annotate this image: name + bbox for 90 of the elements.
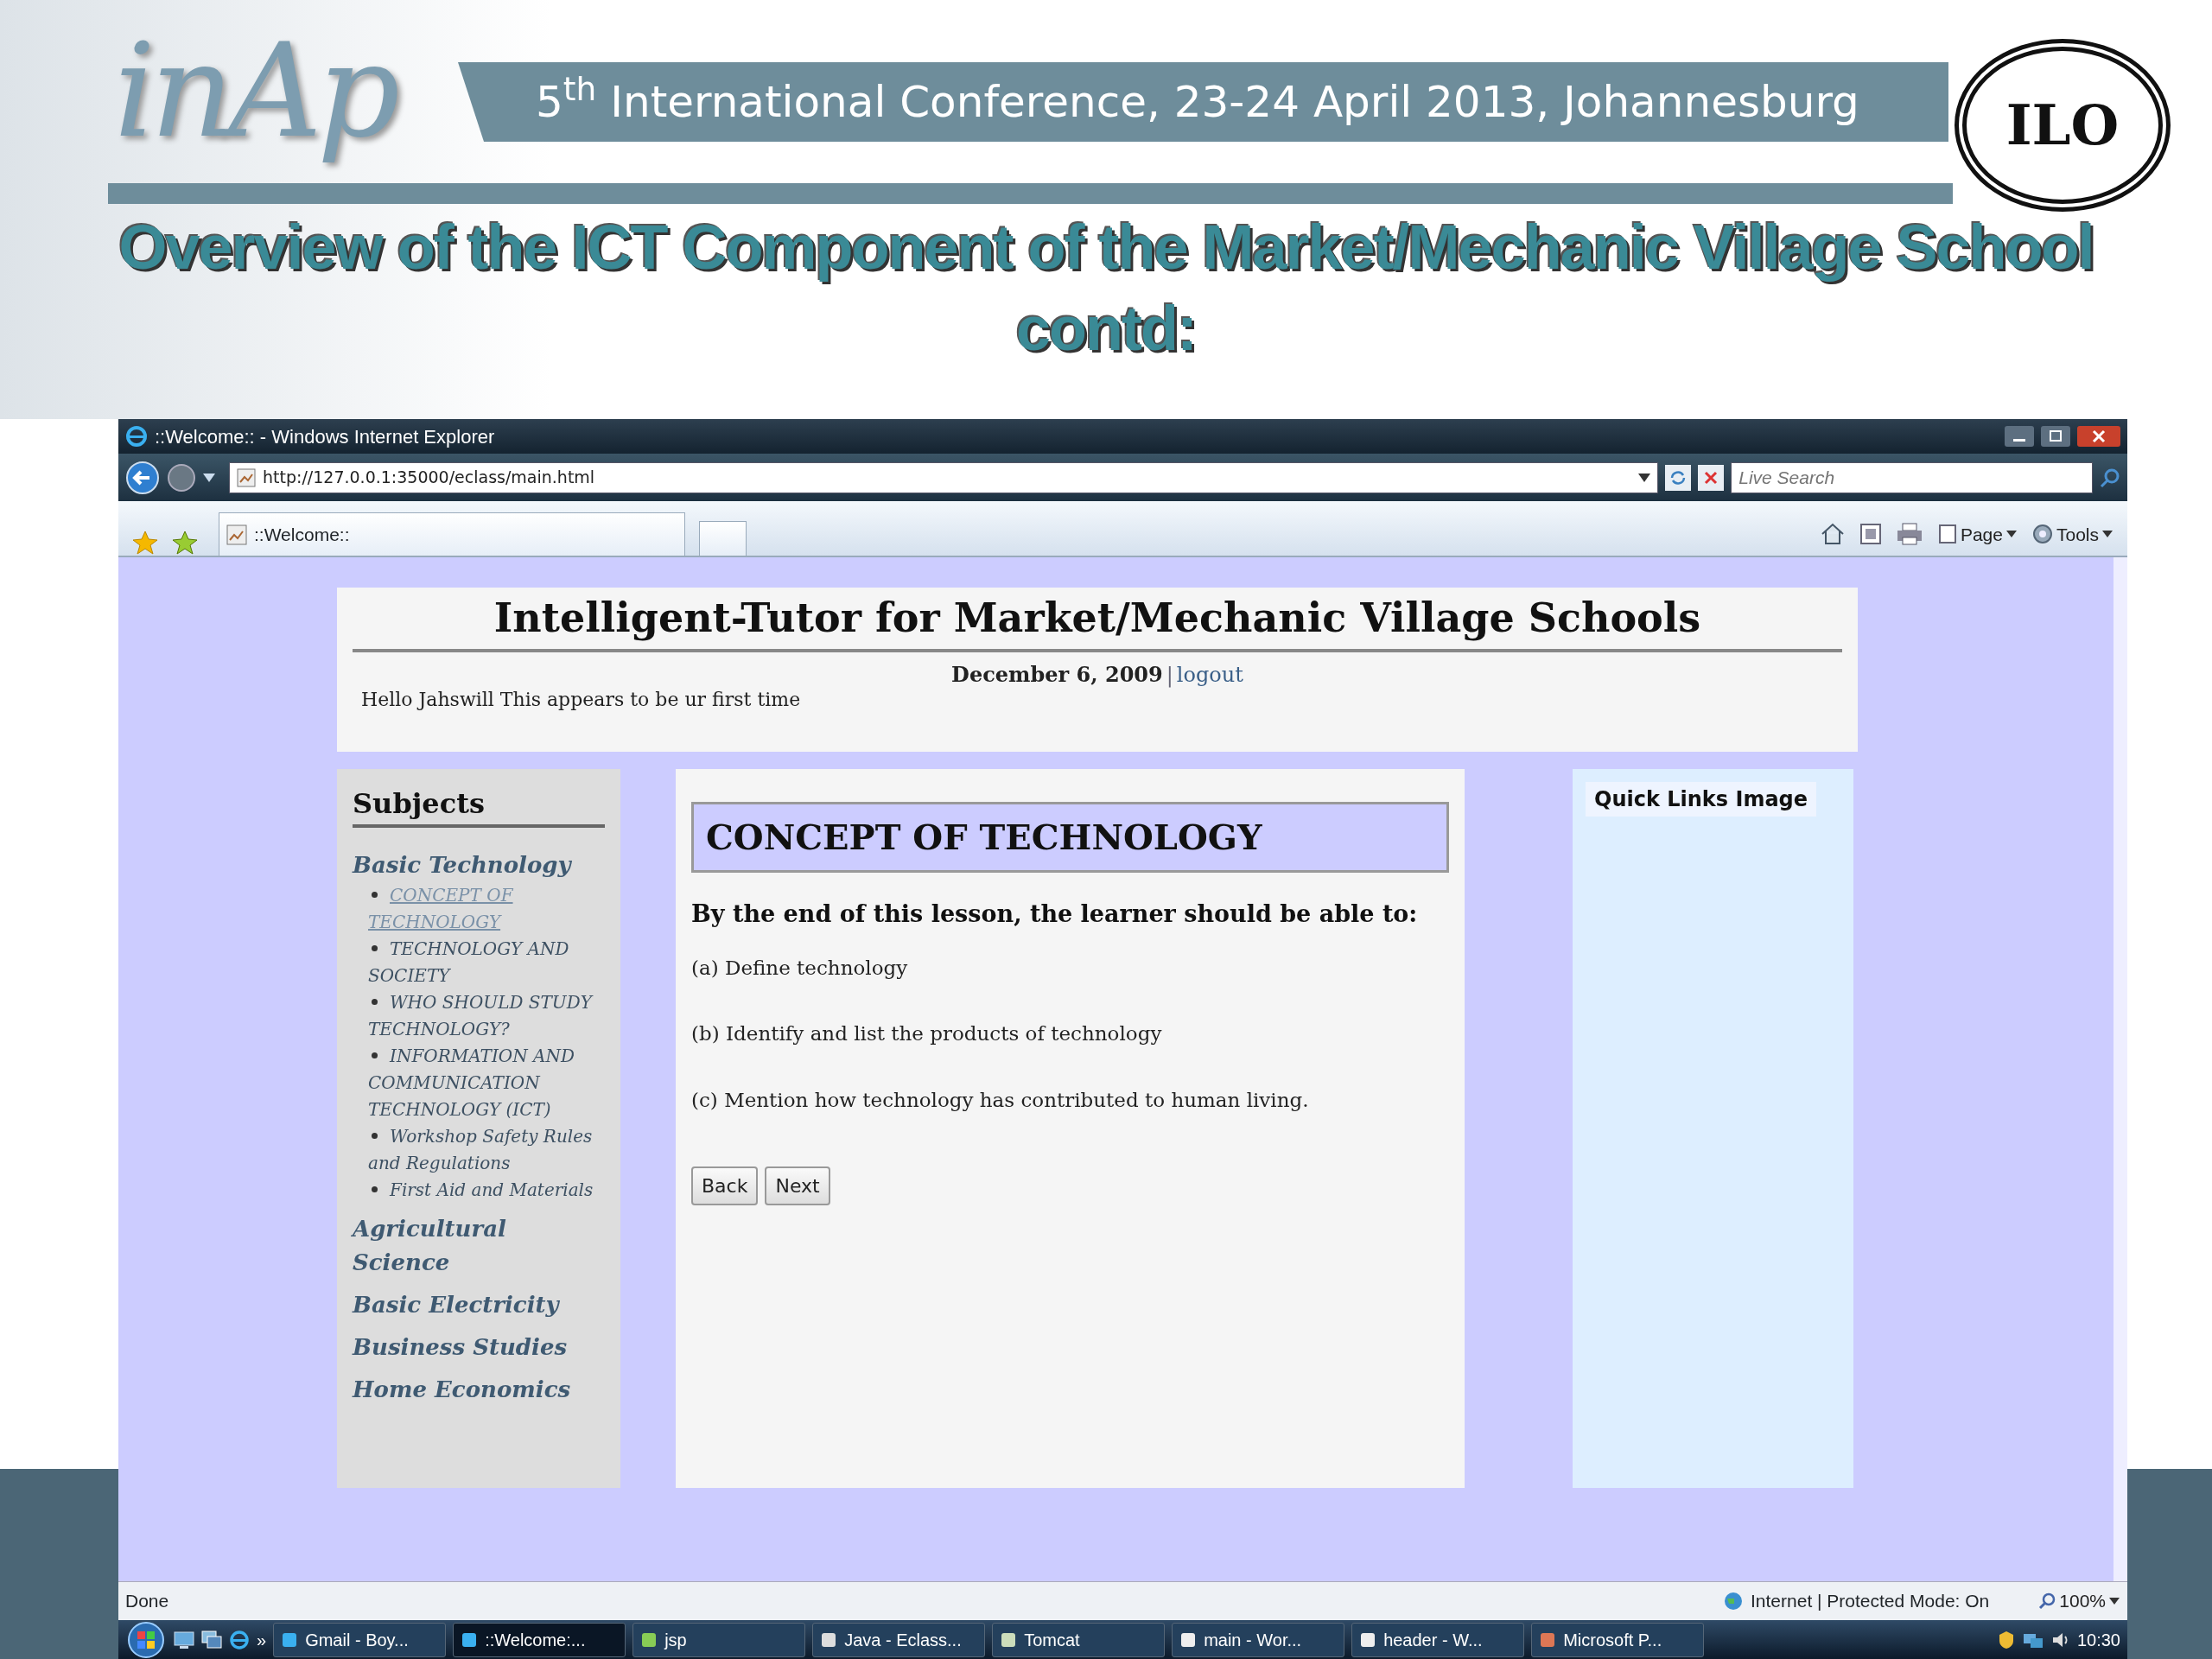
search-field[interactable]: Live Search (1731, 461, 2093, 493)
taskbar-button[interactable]: header - W... (1351, 1622, 1525, 1657)
bullet-icon (372, 892, 378, 898)
objective-item: (c) Mention how technology has contributed to human living. (691, 1087, 1310, 1113)
address-field[interactable]: http://127.0.0.1:35000/eclass/main.html (229, 461, 1659, 493)
objective-item: (a) Define technology (691, 955, 909, 981)
topic-link[interactable]: WHO SHOULD STUDY TECHNOLOGY? (368, 989, 605, 1043)
taskbar-button[interactable]: jsp (632, 1622, 806, 1657)
conference-banner: 5$^{th}$ International Conference, 23-24 April 2013, Johannesburg (458, 62, 1948, 142)
taskbar-button[interactable]: Microsoft P... (1531, 1622, 1705, 1657)
topic-link[interactable]: INFORMATION AND COMMUNICATION TECHNOLOGY (ICT) (368, 1043, 605, 1123)
tab-label: ::Welcome:: (254, 523, 350, 546)
toolbar-menu-button[interactable]: Page (1936, 519, 2018, 549)
app-icon (640, 1630, 658, 1649)
forward-icon[interactable] (167, 462, 196, 493)
logout-link[interactable]: logout (1176, 659, 1243, 691)
logo-text: inAp (113, 15, 397, 168)
desktop-icon[interactable] (174, 1630, 194, 1649)
browser-logo-icon (125, 425, 148, 448)
stop-icon[interactable] (1698, 464, 1725, 491)
topic-link[interactable]: First Aid and Materials (368, 1177, 605, 1204)
subject-link[interactable]: Agricultural Science (353, 1212, 605, 1280)
taskbar-button[interactable]: main - Wor... (1172, 1622, 1345, 1657)
star-icon[interactable] (132, 530, 158, 556)
sidebar-heading: Subjects (353, 783, 605, 828)
shield-icon (1997, 1630, 2015, 1649)
gear-icon (2031, 524, 2053, 545)
app-icon (461, 1630, 479, 1649)
app-icon (1539, 1630, 1557, 1649)
window-title: ::Welcome:: - Windows Internet Explorer (155, 424, 496, 449)
taskbar-button[interactable]: Gmail - Boy... (273, 1622, 447, 1657)
caret-icon (2005, 531, 2017, 538)
globe-icon (1723, 1591, 1744, 1611)
dropdown-caret-icon[interactable] (203, 473, 215, 482)
back-icon[interactable] (125, 460, 160, 495)
dropdown-caret-icon[interactable] (1638, 473, 1651, 482)
window-switch-icon[interactable] (201, 1630, 222, 1649)
more-text: » (257, 1629, 267, 1651)
app-icon (1359, 1630, 1377, 1649)
maximize-icon[interactable] (2041, 426, 2070, 447)
clock-text: 10:30 (2076, 1629, 2120, 1651)
objective-item: (b) Identify and list the products of technology (691, 1021, 1163, 1046)
toolbar-menu-button[interactable]: Tools (2031, 519, 2113, 549)
bullet-icon (372, 1052, 378, 1058)
quick-links-label: Quick Links Image (1586, 782, 1817, 817)
page-icon (226, 524, 247, 545)
magnifier-icon (2038, 1592, 2056, 1610)
search-icon[interactable] (2100, 467, 2120, 488)
taskbar-button[interactable]: ::Welcome:... (453, 1622, 626, 1657)
minimize-icon[interactable] (2005, 426, 2034, 447)
taskbar-button[interactable]: Java - Eclass... (812, 1622, 986, 1657)
caret-icon (2102, 531, 2113, 538)
app-icon (281, 1630, 299, 1649)
app-icon (820, 1630, 838, 1649)
printer-icon[interactable] (1895, 522, 1923, 547)
browser-tab[interactable]: ::Welcome:: (219, 512, 685, 556)
emblem-logo: ILO (1955, 39, 2171, 212)
bullet-icon (372, 945, 378, 951)
bullet-icon (372, 1186, 378, 1192)
bullet-icon (372, 1133, 378, 1139)
greeting-text: Hello Jahswill This appears to be ur first time (361, 688, 802, 713)
status-text: Done (125, 1590, 170, 1613)
topic-link[interactable]: TECHNOLOGY AND SOCIETY (368, 936, 605, 989)
slide-title: Overview of the ICT Component of the Market/Mechanic Village School contd: (118, 212, 2094, 365)
security-zone-text: Internet | Protected Mode: On (1751, 1590, 1990, 1613)
page-icon (1937, 524, 1957, 545)
subject-link[interactable]: Basic Electricity (353, 1288, 605, 1322)
bullet-icon (372, 999, 378, 1005)
topic-link[interactable]: Workshop Safety Rules and Regulations (368, 1123, 605, 1177)
taskbar-button[interactable]: Tomcat (992, 1622, 1166, 1657)
close-icon[interactable] (2077, 426, 2120, 447)
subject-link[interactable]: Basic Technology (353, 849, 605, 882)
zoom-button[interactable]: 100% (2037, 1586, 2120, 1616)
separator-text: | (1166, 662, 1173, 690)
caret-icon (2109, 1598, 2120, 1605)
subject-link[interactable]: Home Economics (353, 1373, 605, 1407)
subject-link[interactable]: Business Studies (353, 1331, 605, 1364)
objective-text: By the end of this lesson, the learner should be able to: (691, 899, 1419, 929)
lesson-nav-button[interactable]: Next (765, 1166, 830, 1205)
lesson-nav-button[interactable]: Back (691, 1166, 759, 1205)
app-icon (1179, 1630, 1198, 1649)
page-icon (237, 467, 256, 487)
lesson-heading: CONCEPT OF TECHNOLOGY (691, 802, 1449, 873)
refresh-icon[interactable] (1665, 464, 1692, 491)
date-text: December 6, 2009 (951, 661, 1163, 690)
start-button-icon[interactable] (125, 1620, 167, 1659)
page-heading: Intelligent-Tutor for Market/Mechanic Village Schools (353, 594, 1842, 653)
add-favorite-icon[interactable] (172, 530, 198, 556)
app-icon (1000, 1630, 1018, 1649)
browser-logo-icon[interactable] (229, 1629, 250, 1650)
